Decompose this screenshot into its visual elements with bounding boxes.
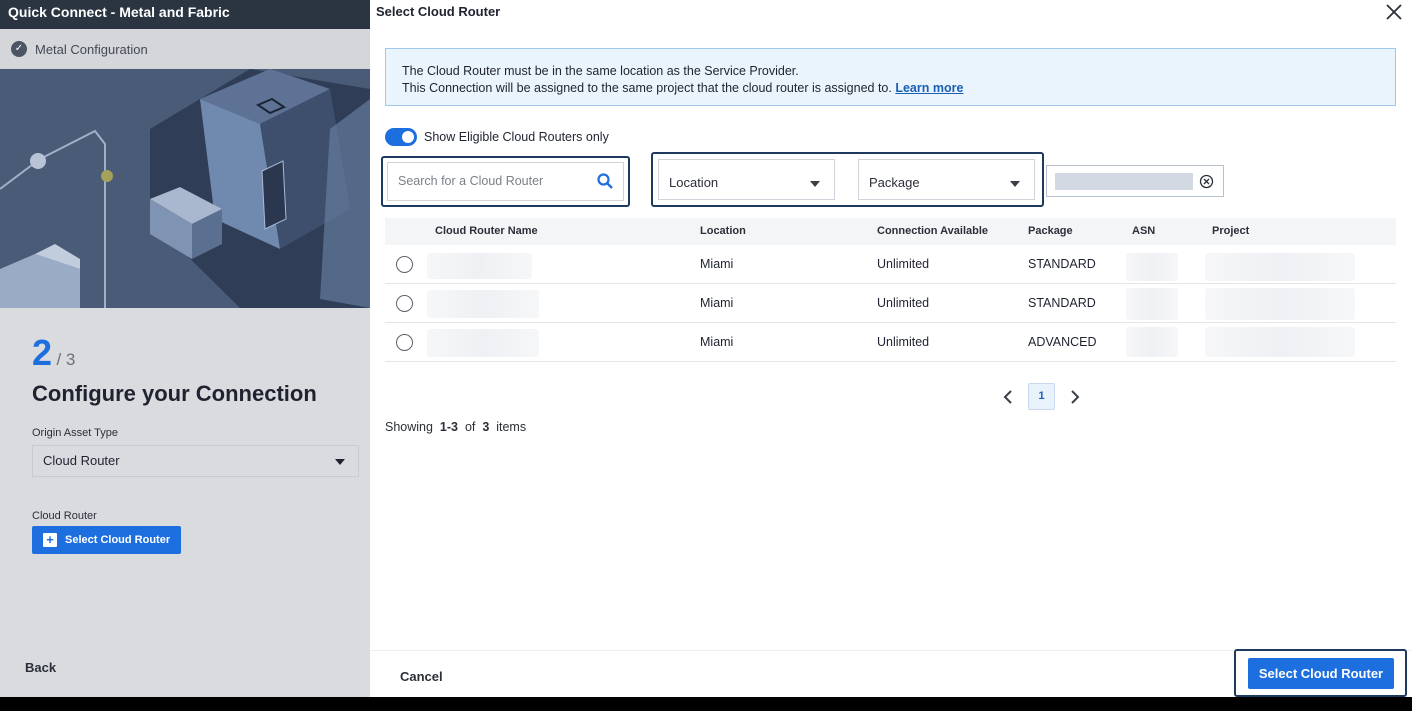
- page-button-1[interactable]: 1: [1028, 383, 1055, 410]
- search-placeholder: Search for a Cloud Router: [398, 174, 544, 188]
- step-bar: ✓ Metal Configuration: [0, 29, 370, 69]
- eligible-toggle[interactable]: [385, 128, 417, 146]
- learn-more-link[interactable]: Learn more: [895, 81, 963, 95]
- select-cloud-router-label: Select Cloud Router: [65, 534, 171, 546]
- origin-asset-type-value: Cloud Router: [43, 453, 120, 468]
- col-header-asn: ASN: [1132, 225, 1156, 237]
- showing-range: 1-3: [439, 420, 458, 434]
- showing-summary: Showing 1-3 of 3 items: [385, 420, 526, 434]
- showing-prefix: Showing: [385, 420, 433, 434]
- package-filter[interactable]: Package: [858, 159, 1035, 200]
- redacted-name: [427, 290, 539, 318]
- redacted-project: [1205, 253, 1355, 281]
- cloud-router-label: Cloud Router: [32, 510, 97, 522]
- select-button-focus-ring: Select Cloud Router: [1234, 649, 1407, 697]
- col-header-name: Cloud Router Name: [435, 225, 538, 237]
- col-header-location: Location: [700, 225, 746, 237]
- table-row[interactable]: Miami Unlimited ADVANCED: [385, 323, 1396, 362]
- row-package: STANDARD: [1028, 257, 1096, 271]
- clear-circle-icon[interactable]: [1199, 174, 1214, 189]
- isometric-illustration: [0, 69, 370, 308]
- redacted-name: [427, 329, 539, 357]
- check-circle-icon: ✓: [11, 41, 27, 57]
- row-connection: Unlimited: [877, 296, 930, 310]
- row-radio[interactable]: [396, 256, 413, 273]
- table-row[interactable]: Miami Unlimited STANDARD: [385, 245, 1396, 284]
- caret-down-icon: [335, 459, 345, 465]
- location-filter[interactable]: Location: [658, 159, 835, 200]
- info-banner: The Cloud Router must be in the same loc…: [385, 48, 1396, 106]
- step-counter: 2 / 3: [32, 332, 75, 374]
- page-title: Configure your Connection: [32, 381, 317, 406]
- origin-asset-type-label: Origin Asset Type: [32, 427, 119, 439]
- row-radio[interactable]: [396, 295, 413, 312]
- step-total: / 3: [56, 350, 76, 369]
- redacted-asn: [1126, 288, 1178, 320]
- chevron-right-icon[interactable]: [1067, 389, 1083, 405]
- plus-icon: +: [43, 533, 57, 547]
- origin-asset-type-select[interactable]: Cloud Router: [32, 445, 359, 477]
- col-header-package: Package: [1028, 225, 1073, 237]
- redacted-project: [1205, 288, 1355, 320]
- eligible-toggle-label: Show Eligible Cloud Routers only: [424, 130, 609, 144]
- close-icon[interactable]: [1385, 3, 1403, 21]
- cancel-button[interactable]: Cancel: [400, 669, 443, 684]
- chevron-left-icon[interactable]: [1000, 389, 1016, 405]
- select-cloud-router-submit-button[interactable]: Select Cloud Router: [1248, 658, 1394, 689]
- location-filter-label: Location: [669, 175, 719, 190]
- redacted-name: [427, 253, 532, 279]
- eligible-toggle-row: Show Eligible Cloud Routers only: [385, 128, 609, 146]
- table-header: Cloud Router Name Location Connection Av…: [385, 218, 1396, 245]
- step-bar-label: Metal Configuration: [35, 41, 148, 57]
- filter-chip-value: [1055, 172, 1193, 190]
- redacted-asn: [1126, 327, 1178, 357]
- col-header-project: Project: [1212, 225, 1250, 237]
- row-location: Miami: [700, 296, 734, 310]
- info-line-2-text: This Connection will be assigned to the …: [402, 81, 892, 95]
- row-connection: Unlimited: [877, 335, 930, 349]
- package-filter-label: Package: [869, 175, 920, 190]
- step-current: 2: [32, 332, 53, 373]
- window-title: Quick Connect - Metal and Fabric: [0, 0, 370, 29]
- table-row[interactable]: Miami Unlimited STANDARD: [385, 284, 1396, 323]
- showing-of: of: [464, 420, 476, 434]
- hero-illustration: [0, 69, 370, 308]
- row-connection: Unlimited: [877, 257, 930, 271]
- cloud-router-table: Cloud Router Name Location Connection Av…: [385, 218, 1396, 362]
- info-line-1: The Cloud Router must be in the same loc…: [402, 64, 799, 78]
- redacted-asn: [1126, 253, 1178, 281]
- select-cloud-router-modal: Select Cloud Router The Cloud Router mus…: [370, 0, 1412, 697]
- caret-down-icon: [810, 181, 820, 187]
- info-line-2: This Connection will be assigned to the …: [402, 80, 1395, 97]
- showing-suffix: items: [496, 420, 527, 434]
- row-package: STANDARD: [1028, 296, 1096, 310]
- col-header-connection: Connection Available: [877, 225, 989, 237]
- search-input[interactable]: Search for a Cloud Router: [387, 162, 624, 201]
- row-location: Miami: [700, 335, 734, 349]
- back-button[interactable]: Back: [25, 660, 56, 675]
- search-icon[interactable]: [596, 172, 614, 190]
- caret-down-icon: [1010, 181, 1020, 187]
- wizard-panel: Quick Connect - Metal and Fabric ✓ Metal…: [0, 0, 370, 697]
- row-location: Miami: [700, 257, 734, 271]
- filter-group: Location Package: [651, 152, 1044, 207]
- pagination: 1: [1000, 383, 1083, 410]
- showing-total: 3: [482, 420, 490, 434]
- search-wrapper: Search for a Cloud Router: [381, 156, 630, 207]
- redacted-project: [1205, 327, 1355, 357]
- row-package: ADVANCED: [1028, 335, 1097, 349]
- select-cloud-router-button[interactable]: + Select Cloud Router: [32, 526, 181, 554]
- filter-chip: [1046, 165, 1224, 197]
- row-radio[interactable]: [396, 334, 413, 351]
- modal-title: Select Cloud Router: [376, 4, 501, 19]
